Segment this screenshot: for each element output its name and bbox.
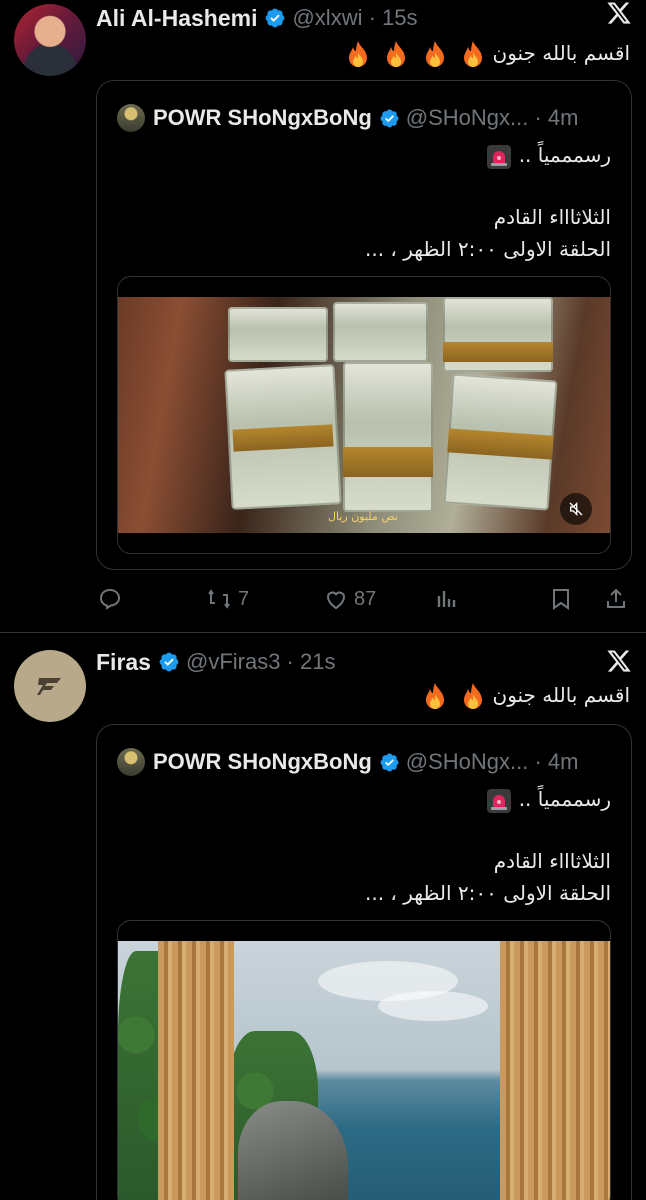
fire-icon (464, 40, 483, 67)
reply-button[interactable] (98, 582, 128, 616)
x-logo-icon (606, 0, 632, 30)
verified-badge-icon (379, 752, 400, 773)
handle-timestamp[interactable]: @vFiras3 · 21s (186, 649, 335, 675)
quoted-text-line-1: رسمممياً .. (480, 139, 611, 171)
fire-icon (387, 40, 406, 67)
analytics-icon (437, 591, 456, 607)
views-button[interactable] (436, 582, 458, 616)
like-button[interactable]: 87 (324, 582, 376, 616)
video-thumbnail[interactable] (117, 920, 611, 1200)
quoted-text-line-3: الحلقة الاولى ٢:٠٠ الظهر ، ... (364, 237, 611, 261)
quoted-text-content: رسمممياً .. (518, 787, 611, 811)
quoted-text-content: رسمممياً .. (518, 143, 611, 167)
quoted-author-name: POWR SHoNgxBoNg (153, 749, 372, 774)
wooden-gate-left (158, 941, 234, 1200)
verified-badge-icon (264, 7, 286, 29)
tweet-2[interactable]: Firas @vFiras3 · 21s اقسم بالله جنون POW… (0, 640, 646, 1200)
tweet-actions: 7 87 (96, 582, 632, 616)
tweet-1[interactable]: Ali Al-Hashemi @xlxwi · 15s اقسم بالله ج… (0, 0, 646, 632)
logo-icon (37, 678, 61, 695)
author-name[interactable]: Ali Al-Hashemi (96, 5, 257, 32)
author-name[interactable]: Firas (96, 649, 151, 676)
tweet-text: اقسم بالله جنون (416, 680, 630, 712)
fire-emojis (339, 40, 486, 67)
avatar (117, 104, 145, 132)
verified-badge-icon (379, 108, 400, 129)
retweet-button[interactable]: 7 (206, 582, 249, 616)
bookmark-button[interactable] (550, 582, 572, 616)
tweet-text: اقسم بالله جنون (339, 38, 630, 70)
reply-icon (99, 588, 121, 610)
fire-icon (425, 40, 444, 67)
video-caption: نص مليون ريال (328, 510, 398, 523)
ocean-gate-image (118, 941, 610, 1200)
tweet-divider (0, 632, 646, 633)
wooden-gate-right (500, 941, 610, 1200)
quoted-handle-timestamp: @SHoNgx... · 4m (405, 105, 579, 130)
quoted-tweet-header: POWR SHoNgxBoNg @SHoNgx... · 4m (117, 745, 615, 779)
quoted-text-line-2: الثلاثاااء القادم (493, 849, 611, 873)
quoted-tweet-header: POWR SHoNgxBoNg @SHoNgx... · 4m (117, 101, 615, 135)
share-icon (607, 588, 625, 608)
fire-icon (464, 682, 483, 709)
heart-icon (326, 591, 346, 610)
tweet-header: Firas @vFiras3 · 21s (96, 644, 632, 680)
tweet-text-content: اقسم بالله جنون (492, 683, 631, 707)
quoted-author-name: POWR SHoNgxBoNg (153, 105, 372, 130)
quoted-text-line-2: الثلاثاااء القادم (493, 205, 611, 229)
like-count: 87 (354, 587, 377, 610)
siren-icon (487, 144, 512, 169)
x-logo-icon (606, 648, 632, 678)
tweet-header: Ali Al-Hashemi @xlxwi · 15s (96, 0, 632, 36)
retweet-icon (208, 589, 230, 609)
siren-icon (487, 788, 512, 813)
video-thumbnail[interactable]: نص مليون ريال (117, 276, 611, 554)
retweet-count: 7 (238, 587, 250, 610)
fire-icon (349, 40, 368, 67)
bookmark-icon (553, 589, 569, 610)
quoted-handle-timestamp: @SHoNgx... · 4m (405, 749, 579, 774)
share-button[interactable] (604, 582, 628, 616)
fire-icon (425, 682, 444, 709)
quoted-text-line-1: رسمممياً .. (480, 783, 611, 815)
avatar[interactable] (14, 650, 86, 722)
handle-timestamp[interactable]: @xlxwi · 15s (292, 5, 417, 31)
quoted-tweet[interactable]: POWR SHoNgxBoNg @SHoNgx... · 4m رسمممياً… (96, 80, 632, 570)
avatar (117, 748, 145, 776)
tweet-text-content: اقسم بالله جنون (492, 41, 631, 65)
money-image: نص مليون ريال (118, 297, 610, 533)
mute-icon (569, 502, 583, 516)
mute-button[interactable] (560, 493, 592, 525)
avatar[interactable] (14, 4, 86, 76)
fire-emojis (416, 682, 486, 709)
quoted-tweet[interactable]: POWR SHoNgxBoNg @SHoNgx... · 4m رسمممياً… (96, 724, 632, 1200)
verified-badge-icon (158, 651, 180, 673)
quoted-text-line-3: الحلقة الاولى ٢:٠٠ الظهر ، ... (364, 881, 611, 905)
